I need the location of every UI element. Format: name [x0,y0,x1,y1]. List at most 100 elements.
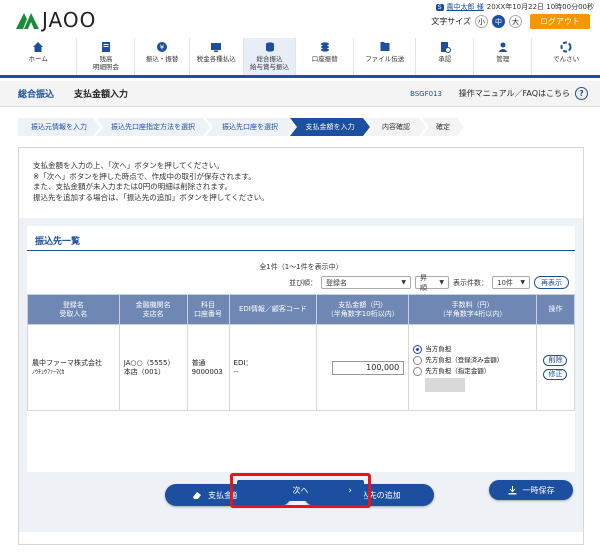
next-button[interactable]: 次へ › [237,480,364,501]
help-icon[interactable]: ? [575,87,588,100]
user-badge: S [435,3,444,11]
col-amount: 支払金額（円） （半角数字10桁以内） [316,294,410,325]
document-icon [101,42,110,52]
section-divider [27,250,575,251]
nav-balance[interactable]: 残高 明細照会 [77,38,136,75]
account-type: 普通 [191,358,206,367]
order-select[interactable]: 昇順 ▼ [415,274,449,292]
fee-option-label: 先方負担（登録済み金額） [425,356,504,364]
coins-icon [265,42,274,52]
table-row: 農中ファーマ株式会社 ﾉｳﾁｭｳﾌｧｰﾏ(ｶ JA○○（5555） 本店（001… [27,324,576,411]
per-page-value: 10件 [497,278,513,287]
ja-logo[interactable]: JAOO [14,8,96,32]
nav-transfer[interactable]: ¥ 振込・振替 [135,38,190,75]
file-icon [380,42,390,51]
fee-option-label: 当方負担 [425,345,452,353]
screen-code: BSGF013 [410,89,442,98]
nav-label: 残高 明細照会 [92,55,119,71]
font-medium-button[interactable]: 中 [492,15,505,28]
last-login: 20XX年10月22日 10時00分00秒 [486,3,594,11]
edit-button[interactable]: 修正 [543,369,568,380]
nav-label: でんさい [553,55,580,63]
download-icon [508,485,516,494]
account-number: 9000003 [191,367,223,376]
nav-label: 振込・振替 [145,55,179,63]
step-4-current: 支払金額を入力 [290,118,370,136]
temp-save-button[interactable]: 一時保存 [489,480,573,500]
cell-name: 農中ファーマ株式会社 ﾉｳﾁｭｳﾌｧｰﾏ(ｶ [27,324,120,411]
col-name: 登録名 受取人名 [27,294,120,325]
logo-text: JAOO [42,8,97,32]
nav-debit[interactable]: 口座振替 [296,38,355,75]
radio[interactable] [413,356,423,365]
step-2: 振込先口座指定方法を選択 [96,118,210,136]
fee-option-ours[interactable]: 当方負担 [413,345,532,354]
ja-logo-icon [16,13,39,29]
edi-value: -- [233,367,239,376]
logout-button[interactable]: ログアウト [530,14,590,29]
cell-account: 普通 9000003 [186,324,230,411]
amount-input[interactable]: 100,000 [332,360,405,375]
delete-button[interactable]: 削除 [543,355,568,366]
bank-name: JA○○（5555） [123,358,175,367]
radio[interactable] [413,367,423,376]
cell-edi: EDI： -- [228,324,318,411]
next-label: 次へ [292,486,309,495]
font-large-button[interactable]: 大 [509,15,522,28]
step-5: 内容確認 [366,118,426,136]
chevron-down-icon: ▼ [520,279,525,286]
per-page-label: 表示件数： [453,278,488,287]
instructions: 支払金額を入力の上、「次へ」ボタンを押してください。 ※「次へ」ボタンを押した時… [33,161,269,203]
nav-home[interactable]: ホーム [0,38,78,75]
fee-option-specified[interactable]: 先方負担（指定金額） [413,367,532,376]
step-6: 確定 [422,118,464,136]
font-small-button[interactable]: 小 [475,15,488,28]
instruction-line: ※「次へ」ボタンを押した時点で、作成中の取引が保存されます。 [33,171,256,181]
nav-bulk-transfer[interactable]: 総合振込 給与賞与振込 [243,38,297,75]
radio-selected[interactable] [413,345,423,354]
nav-tax[interactable]: 税金各種払込 [190,38,244,75]
fee-option-registered[interactable]: 先方負担（登録済み金額） [413,356,532,365]
nav-densai[interactable]: でんさい [532,38,600,75]
instruction-line: 支払金額を入力の上、「次へ」ボタンを押してください。 [33,161,224,170]
stack-icon [320,42,329,52]
fee-amount-input[interactable] [425,378,466,392]
header: JAOO S 農中太郎 様 20XX年10月22日 10時00分00秒 文字サイ… [0,0,600,38]
nav-approval[interactable]: 承認 [416,38,475,75]
chevron-right-icon: › [348,485,352,496]
cell-fee: 当方負担 先方負担（登録済み金額） 先方負担（指定金額） [408,324,537,411]
order-value: 昇順 [420,273,427,292]
font-size-control: 文字サイズ 小 中 大 ログアウト [431,14,590,29]
chevron-down-icon: ▼ [439,279,444,286]
user-name-link[interactable]: 農中太郎 様 [447,2,484,12]
payee-kana: ﾉｳﾁｭｳﾌｧｰﾏ(ｶ [32,368,65,376]
yen-icon: ¥ [157,42,168,52]
admin-icon [498,42,508,52]
svg-text:¥: ¥ [160,44,165,52]
instruction-line: また、支払金額が未入力または0円の明細は削除されます。 [33,182,233,191]
payee-table: 登録名 受取人名 金融機関名 支店名 科目 口座番号 EDI情報／顧客コード 支… [27,294,576,411]
col-fee: 手数料（円） （半角数字4桁以内） [408,294,537,325]
help-link[interactable]: 操作マニュアル／FAQはこちら [459,88,570,99]
user-info: S 農中太郎 様 20XX年10月22日 10時00分00秒 [435,2,594,12]
monitor-icon [211,43,222,52]
sort-select[interactable]: 登録名 ▼ [321,276,411,289]
step-3: 振込先口座を選択 [206,118,294,136]
title-bar: 総合振込 支払金額入力 BSGF013 操作マニュアル／FAQはこちら ? [0,81,600,107]
densai-icon [560,41,572,53]
branch-name: 本店（001） [123,367,166,376]
nav-file-transfer[interactable]: ファイル伝送 [354,38,417,75]
nav-admin[interactable]: 管理 [474,38,533,75]
step-1: 振込元情報を入力 [18,118,100,136]
nav-label: 管理 [496,55,510,63]
approve-icon [440,42,451,53]
sort-label: 並び順： [289,278,317,287]
nav-label: 総合振込 給与賞与振込 [250,55,290,71]
nav-label: 口座振替 [311,55,338,63]
nav-label: 承認 [438,55,452,63]
redisplay-button[interactable]: 再表示 [534,276,569,289]
home-icon [33,42,44,52]
instruction-line: 振込先を追加する場合は、「振込先の追加」ボタンを押してください。 [33,192,269,202]
payee-list-box: 振込先一覧 全1件（1～1件を表示中） 並び順： 登録名 ▼ 昇順 ▼ 表示件数： … [27,226,576,472]
per-page-select[interactable]: 10件 ▼ [492,276,530,289]
